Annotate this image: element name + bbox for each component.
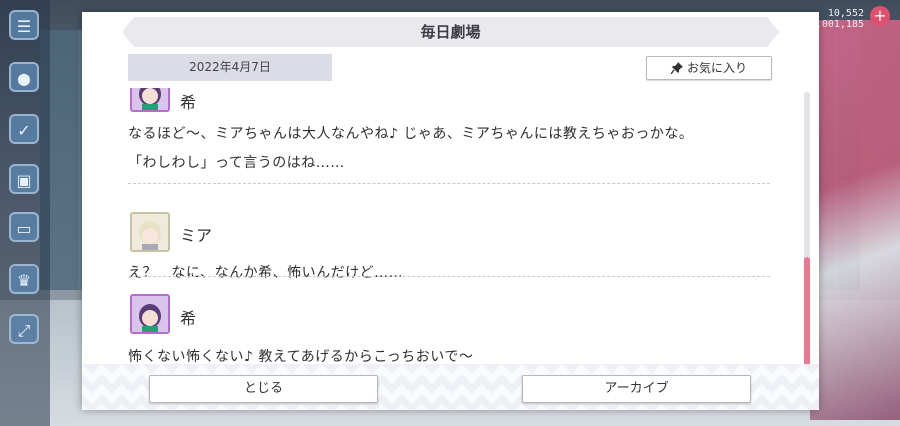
- title-bar: 毎日劇場: [122, 17, 779, 47]
- left-menu-rail: ☰ ● ✓ ▣ ▭ ♛ ⤢: [0, 0, 50, 426]
- chat-icon[interactable]: ●: [9, 62, 39, 92]
- speaker-name: ミア: [180, 226, 213, 245]
- dialogue-line: なるほど〜、ミアちゃんは大人なんやね♪ じゃあ、ミアちゃんには教えちゃおっかな。: [128, 126, 694, 142]
- dialogue-log[interactable]: 希 なるほど〜、ミアちゃんは大人なんやね♪ じゃあ、ミアちゃんには教えちゃおっか…: [128, 88, 770, 370]
- screen-icon[interactable]: ▭: [9, 212, 39, 242]
- scrollbar[interactable]: [804, 92, 810, 368]
- dialogue-line: 「わしわし」って言うのはね……: [128, 155, 345, 171]
- dialogue-line: 怖くない怖くない♪ 教えてあげるからこっちおいで〜: [128, 349, 474, 365]
- daily-theater-dialog: 毎日劇場 2022年4月7日 お気に入り 希 なるほど〜、ミアちゃんは大人なんや…: [82, 12, 819, 410]
- gift-icon[interactable]: ▣: [9, 164, 39, 194]
- dialogue-entry: 希 なるほど〜、ミアちゃんは大人なんやね♪ じゃあ、ミアちゃんには教えちゃおっか…: [128, 88, 770, 184]
- nozomi-avatar: [130, 294, 170, 334]
- add-currency-button[interactable]: +: [870, 6, 890, 26]
- speaker-name: 希: [180, 93, 197, 112]
- trophy-icon[interactable]: ♛: [9, 264, 39, 294]
- nozomi-avatar: [130, 88, 170, 112]
- mia-avatar: [130, 212, 170, 252]
- archive-button[interactable]: アーカイブ: [522, 375, 751, 403]
- dialog-title: 毎日劇場: [420, 23, 481, 41]
- menu-icon[interactable]: ☰: [9, 10, 39, 40]
- pin-icon: [670, 62, 683, 75]
- fullscreen-icon[interactable]: ⤢: [9, 314, 39, 344]
- dialogue-entry: ミア え？ なに、なんか希、怖いんだけど……: [128, 184, 770, 281]
- speaker-name: 希: [180, 309, 197, 328]
- favorite-button[interactable]: お気に入り: [646, 56, 772, 80]
- close-button[interactable]: とじる: [149, 375, 378, 403]
- scrollbar-thumb[interactable]: [804, 257, 810, 367]
- dialogue-entry: 希 怖くない怖くない♪ 教えてあげるからこっちおいで〜: [128, 277, 770, 370]
- date-label: 2022年4月7日: [128, 54, 332, 81]
- favorite-button-label: お気に入り: [686, 61, 747, 75]
- checklist-icon[interactable]: ✓: [9, 114, 39, 144]
- background-side-menu: [810, 20, 900, 420]
